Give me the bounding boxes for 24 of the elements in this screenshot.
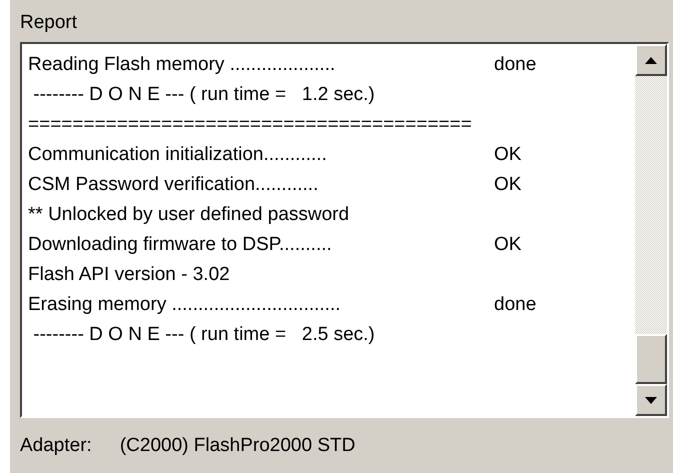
log-text: ======================================== (28, 113, 473, 137)
report-label: Report (20, 11, 78, 35)
log-text: -------- D O N E --- ( run time = 2.5 sec.) (32, 323, 376, 347)
log-text: Reading Flash memory .................... (28, 53, 336, 77)
log-result: OK (494, 143, 522, 167)
log-text: Flash API version - 3.02 (28, 263, 231, 287)
log-text: ** Unlocked by user defined password (28, 203, 350, 227)
adapter-label: Adapter: (20, 434, 92, 456)
log-text: Erasing memory ................................ (28, 293, 342, 317)
scroll-up-button[interactable] (635, 44, 667, 76)
log-result: done (494, 293, 536, 317)
adapter-value: (C2000) FlashPro2000 STD (120, 434, 356, 456)
log-result: OK (494, 233, 522, 257)
log-result: done (494, 53, 536, 77)
log-text: -------- D O N E --- ( run time = 1.2 sec.) (32, 83, 376, 107)
log-text: CSM Password verification............ (28, 173, 320, 197)
log-result: OK (494, 173, 522, 197)
scroll-down-button[interactable] (635, 384, 667, 416)
log-text: Downloading firmware to DSP.......... (28, 233, 333, 257)
log-text: Communication initialization............ (28, 143, 328, 167)
down-arrow-icon (645, 396, 657, 404)
scrollbar[interactable] (635, 44, 667, 416)
scrollbar-thumb[interactable] (635, 334, 667, 384)
up-arrow-icon (645, 56, 657, 64)
